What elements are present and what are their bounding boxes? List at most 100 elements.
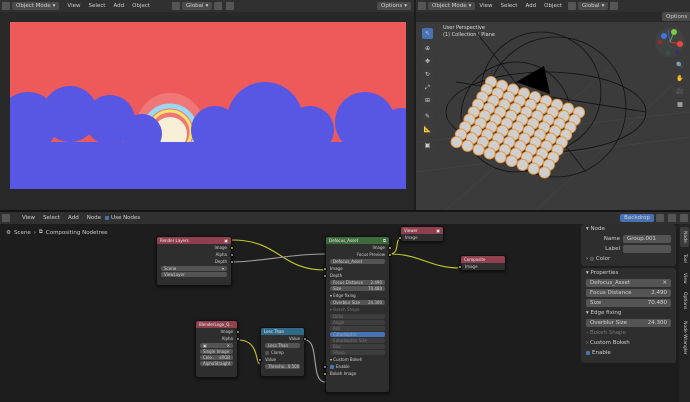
tab-options[interactable]: Options bbox=[680, 289, 689, 313]
socket[interactable] bbox=[230, 252, 234, 257]
rotate-tool-icon[interactable]: ↻ bbox=[422, 69, 433, 80]
socket[interactable] bbox=[236, 336, 240, 341]
node-header[interactable]: Composite bbox=[461, 256, 505, 263]
node-header[interactable]: Viewer ▣ bbox=[401, 227, 443, 234]
close-icon[interactable]: ✕ bbox=[662, 280, 667, 286]
socket[interactable] bbox=[323, 273, 327, 278]
tab-node[interactable]: Node bbox=[680, 227, 689, 247]
editor-type-icon[interactable] bbox=[2, 2, 10, 10]
enable-checkbox[interactable] bbox=[586, 351, 590, 355]
cursor-tool-icon[interactable]: ⊕ bbox=[422, 43, 433, 54]
color-row[interactable]: › Color bbox=[581, 254, 676, 264]
clamp-checkbox[interactable] bbox=[265, 350, 269, 355]
color-checkbox[interactable] bbox=[589, 257, 594, 261]
navigation-gizmo[interactable] bbox=[654, 26, 686, 58]
node-header[interactable]: Less Than bbox=[261, 328, 304, 335]
blur-field[interactable]: Blur bbox=[330, 344, 385, 349]
menu-node[interactable]: Node bbox=[87, 215, 101, 221]
scene-selector[interactable]: Scene ▾ bbox=[161, 266, 227, 271]
editor-type-icon[interactable] bbox=[418, 2, 426, 10]
group-selector[interactable]: Defocus_Asset ✕ bbox=[586, 279, 671, 287]
size-field[interactable]: Size 70.480 bbox=[586, 299, 671, 307]
overlay-icon[interactable] bbox=[680, 214, 688, 222]
focus-distance-field[interactable]: Focus Distance 2.490 bbox=[330, 280, 385, 285]
socket[interactable] bbox=[323, 266, 327, 271]
socket[interactable] bbox=[458, 264, 462, 269]
enable-checkbox-row[interactable]: Enable bbox=[323, 363, 389, 370]
menu-view[interactable]: View bbox=[67, 3, 80, 9]
transform-icon[interactable] bbox=[172, 2, 181, 10]
pan-icon[interactable]: ✋ bbox=[675, 73, 685, 83]
socket[interactable] bbox=[388, 252, 392, 257]
snap-icon[interactable] bbox=[214, 2, 223, 10]
view-layer-selector[interactable]: ViewLayer bbox=[161, 272, 227, 277]
custom-bokeh-row[interactable]: › Custom Bokeh bbox=[581, 338, 676, 348]
menu-object[interactable]: Object bbox=[544, 3, 562, 9]
measure-tool-icon[interactable]: 📐 bbox=[422, 124, 433, 135]
menu-object[interactable]: Object bbox=[132, 3, 150, 9]
move-tool-icon[interactable]: ✥ bbox=[422, 56, 433, 67]
focus-distance-field[interactable]: Focus Distance 2.490 bbox=[586, 289, 671, 297]
viewer-node[interactable]: Viewer ▣ Image bbox=[398, 226, 444, 242]
enable-row[interactable]: Enable bbox=[581, 348, 676, 358]
overblur-field[interactable]: Overblur Size 24.300 bbox=[330, 300, 385, 305]
roll-field[interactable]: Roll bbox=[330, 326, 385, 331]
socket[interactable] bbox=[258, 357, 262, 362]
image-selector[interactable]: ▣ ✕ bbox=[200, 343, 233, 348]
label-field[interactable] bbox=[623, 245, 671, 253]
menu-select[interactable]: Select bbox=[43, 215, 60, 221]
dims-field[interactable]: Dims bbox=[330, 314, 385, 319]
menu-view[interactable]: View bbox=[479, 3, 492, 9]
transform-icon[interactable] bbox=[568, 2, 577, 10]
orientation-dropdown[interactable]: Global ▾ bbox=[578, 2, 609, 10]
node-section-header[interactable]: ▾ Node bbox=[581, 224, 676, 234]
custom-bokeh-panel[interactable]: ▾ Custom Bokeh bbox=[326, 356, 389, 363]
clamp-row[interactable]: Clamp bbox=[261, 349, 304, 356]
render-layers-node[interactable]: Render Layers ▣ Image Alpha Depth Scene ▾ … bbox=[156, 236, 234, 286]
mode-dropdown[interactable]: Object Mode ▾ bbox=[428, 2, 476, 10]
source-selector[interactable]: Single Image bbox=[200, 349, 233, 354]
overblur-field[interactable]: Overblur Size 24.300 bbox=[586, 319, 671, 327]
use-nodes-checkbox[interactable] bbox=[105, 216, 110, 220]
editor-type-icon[interactable] bbox=[2, 214, 10, 222]
socket[interactable] bbox=[230, 259, 234, 264]
close-icon[interactable]: ✕ bbox=[227, 343, 230, 348]
edge-row[interactable]: ▾ Edge fixing bbox=[581, 308, 676, 318]
select-tool-icon[interactable]: ↖ bbox=[422, 28, 433, 39]
operation-selector[interactable]: Less Than bbox=[265, 343, 300, 348]
image-node[interactable]: BlenderLogo_Q... Image Alpha ▣ ✕ Single I… bbox=[195, 320, 240, 378]
bokeh-shape-panel[interactable]: ▾ Bokeh Shape bbox=[326, 306, 389, 313]
socket[interactable] bbox=[323, 364, 327, 369]
composite-node[interactable]: Composite Image bbox=[458, 255, 506, 271]
menu-view[interactable]: View bbox=[22, 215, 35, 221]
group-selector[interactable]: Defocus_Asset bbox=[330, 259, 385, 264]
grid-view-icon[interactable]: ▦ bbox=[675, 99, 685, 109]
options-dropdown[interactable]: Options ▾ bbox=[377, 2, 411, 10]
backdrop-button[interactable]: Backdrop bbox=[620, 214, 654, 222]
menu-add[interactable]: Add bbox=[113, 3, 124, 9]
catadioptric-field[interactable]: Catadioptric bbox=[330, 332, 385, 337]
mode-dropdown[interactable]: Object Mode ▾ bbox=[12, 2, 60, 10]
sharp-field[interactable]: Sharp bbox=[330, 350, 385, 355]
annotate-tool-icon[interactable]: ✎ bbox=[422, 111, 433, 122]
edge-fixing-panel[interactable]: ▾ Edge fixing bbox=[326, 292, 389, 299]
properties-header[interactable]: ▾ Properties bbox=[581, 268, 676, 278]
tab-node-wrangler[interactable]: Node Wrangler bbox=[680, 316, 689, 360]
scale-tool-icon[interactable]: ⤢ bbox=[422, 82, 433, 93]
socket[interactable] bbox=[303, 336, 307, 341]
alpha-selector[interactable]: Alpha Straight bbox=[200, 361, 233, 366]
snap-icon[interactable] bbox=[610, 2, 619, 10]
backdrop-channels-icon[interactable] bbox=[656, 214, 664, 222]
zoom-icon[interactable]: 🔍 bbox=[675, 60, 685, 70]
name-field[interactable]: Group.001 bbox=[623, 235, 671, 243]
threshold-field[interactable]: Thresho... 0.500 bbox=[265, 364, 300, 369]
node-canvas[interactable]: ⚙ Scene › ⧉ Compositing Nodetree Render La… bbox=[0, 224, 578, 402]
bokeh-row[interactable]: › Bokeh Shape bbox=[581, 328, 676, 338]
enable-checkbox[interactable] bbox=[330, 364, 334, 369]
node-header[interactable]: Render Layers ▣ bbox=[157, 237, 231, 244]
camera-view-icon[interactable]: 🎥 bbox=[675, 86, 685, 96]
defocus-asset-node[interactable]: Defocus_Asset ⧉ Image Focus Preview Defoc… bbox=[323, 236, 392, 393]
menu-add[interactable]: Add bbox=[68, 215, 79, 221]
transform-tool-icon[interactable]: ⊞ bbox=[422, 95, 433, 106]
socket[interactable] bbox=[398, 235, 402, 240]
